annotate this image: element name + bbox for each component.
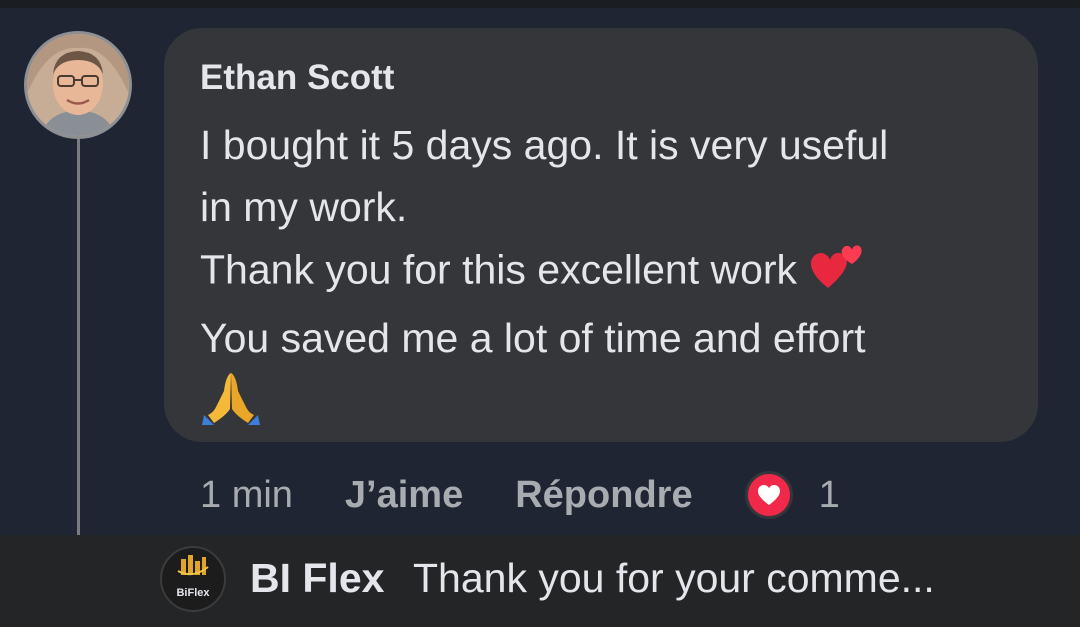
comment-line: I bought it 5 days ago. It is very usefu… bbox=[200, 122, 889, 168]
thread-connector-line bbox=[77, 139, 147, 585]
comment-line: You saved me a lot of time and effort bbox=[200, 315, 866, 361]
reply-button[interactable]: Répondre bbox=[515, 474, 692, 517]
avatar-portrait bbox=[27, 34, 129, 136]
reply-preview-text[interactable]: Thank you for your comme... bbox=[413, 555, 935, 602]
reaction-count[interactable]: 1 bbox=[819, 474, 840, 517]
reply-author[interactable]: BI Flex bbox=[250, 555, 384, 602]
comment-line-text: Thank you for this excellent work bbox=[200, 246, 798, 293]
avatar[interactable] bbox=[24, 31, 132, 139]
comment-line: in my work. bbox=[200, 184, 408, 230]
comment-text: I bought it 5 days ago. It is very usefu… bbox=[200, 114, 1020, 442]
comment-author[interactable]: Ethan Scott bbox=[200, 58, 394, 98]
comment-line: Thank you for this excellent work bbox=[200, 238, 1020, 307]
comment-actions: 1 min J’aime Répondre 1 bbox=[200, 470, 840, 520]
folded-hands-icon bbox=[200, 369, 262, 442]
love-reaction-icon[interactable] bbox=[744, 471, 793, 519]
two-hearts-icon bbox=[808, 238, 864, 307]
like-button[interactable]: J’aime bbox=[345, 474, 463, 517]
biflex-logo[interactable]: BiFlex bbox=[160, 546, 226, 612]
logo-text: BiFlex bbox=[176, 587, 210, 599]
top-divider bbox=[0, 0, 1080, 8]
comment-timestamp[interactable]: 1 min bbox=[200, 474, 293, 517]
comment-line bbox=[200, 369, 1020, 442]
